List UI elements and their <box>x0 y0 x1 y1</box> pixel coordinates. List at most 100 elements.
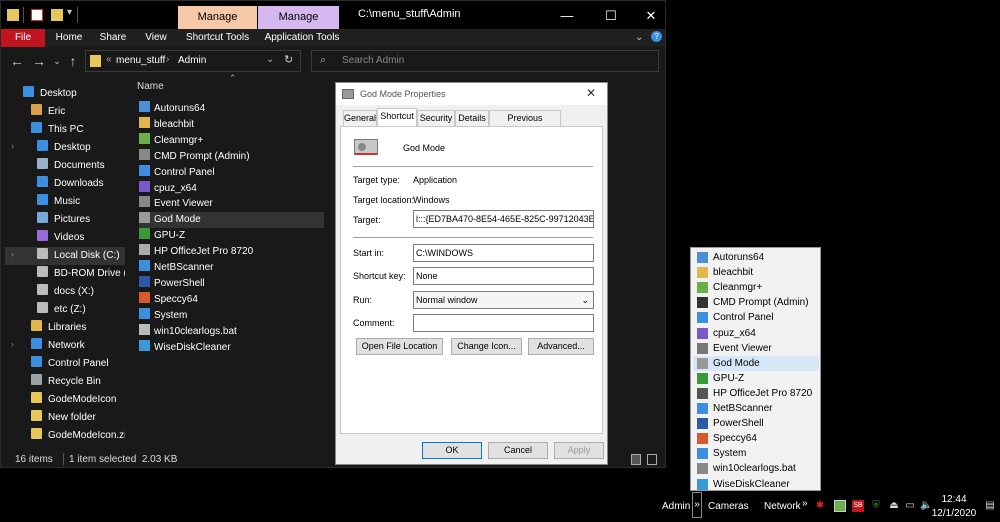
tab-shortcut[interactable]: Shortcut <box>377 108 417 127</box>
nav-item[interactable]: Desktop <box>5 139 125 157</box>
tab-details[interactable]: Details <box>455 110 489 127</box>
tab-previous-versions[interactable]: Previous Versions <box>489 110 561 138</box>
comment-field[interactable] <box>413 314 594 332</box>
file-item[interactable]: Event Viewer <box>139 196 324 212</box>
toolbar-menu-item[interactable]: NetBScanner <box>693 401 819 416</box>
nav-item[interactable]: Control Panel <box>5 355 125 373</box>
file-item[interactable]: System <box>139 307 324 324</box>
file-item[interactable]: cpuz_x64 <box>139 180 324 197</box>
cancel-button[interactable]: Cancel <box>488 442 548 459</box>
breadcrumb-menu-stuff[interactable]: menu_stuff <box>116 55 165 66</box>
nav-item[interactable]: Videos <box>5 229 125 247</box>
nav-item[interactable]: Downloads <box>5 175 125 193</box>
nav-item[interactable]: Eric <box>5 103 125 121</box>
nav-item[interactable]: New folder <box>5 409 125 427</box>
expand-chevron-icon[interactable]: › <box>11 339 14 349</box>
open-file-location-button[interactable]: Open File Location <box>356 338 443 355</box>
toolbar-menu-item[interactable]: HP OfficeJet Pro 8720 <box>693 386 819 401</box>
help-icon[interactable]: ? <box>651 31 662 42</box>
advanced-button[interactable]: Advanced... <box>528 338 594 355</box>
nav-item[interactable]: etc (Z:) <box>5 301 125 319</box>
search-box[interactable]: ⌕ Search Admin <box>311 50 659 72</box>
expand-chevron-icon[interactable]: › <box>11 141 14 151</box>
toolbar-menu-item[interactable]: cpuz_x64 <box>693 326 819 341</box>
toolbar-menu-item[interactable]: PowerShell <box>693 416 819 431</box>
toolbar-menu-item[interactable]: CMD Prompt (Admin) <box>693 295 819 310</box>
toolbar-menu-item[interactable]: Speccy64 <box>693 431 819 446</box>
toolbar-network[interactable]: Network <box>764 501 801 512</box>
nav-item[interactable]: Pictures <box>5 211 125 229</box>
close-icon[interactable]: ✕ <box>631 5 671 27</box>
nav-item[interactable]: Music <box>5 193 125 211</box>
toolbar-menu-item[interactable]: Cleanmgr+ <box>693 280 819 295</box>
nav-item[interactable]: Recycle Bin <box>5 373 125 391</box>
ribbon-tab-view[interactable]: View <box>137 29 175 47</box>
nav-item[interactable]: GodeModeIcon <box>5 391 125 409</box>
breadcrumb-admin[interactable]: Admin <box>178 55 206 66</box>
file-item[interactable]: God Mode <box>139 212 324 229</box>
nav-item[interactable]: Desktop <box>5 85 125 103</box>
usb-icon[interactable]: ⏏ <box>888 500 900 512</box>
shortcut-key-field[interactable]: None <box>413 267 594 285</box>
notifications-icon[interactable]: ▤ <box>984 500 996 512</box>
target-field[interactable]: l:::{ED7BA470-8E54-465E-825C-99712043E01… <box>413 210 594 228</box>
file-item[interactable]: PowerShell <box>139 275 324 292</box>
properties-icon[interactable] <box>31 9 43 21</box>
admin-toolbar-chevron[interactable]: » <box>692 492 702 518</box>
back-arrow-icon[interactable]: ← <box>9 53 25 69</box>
expand-chevron-icon[interactable]: › <box>11 249 14 259</box>
quick-access-dropdown-icon[interactable]: ▾ <box>67 7 72 18</box>
tab-general[interactable]: General <box>343 110 377 127</box>
manage-shortcut-context-tab[interactable]: Manage <box>178 6 257 29</box>
nav-item[interactable]: Documents <box>5 157 125 175</box>
nav-item[interactable]: Local Disk (C:) <box>5 247 125 265</box>
ribbon-tab-share[interactable]: Share <box>93 29 133 47</box>
file-item[interactable]: Speccy64 <box>139 291 324 308</box>
new-folder-icon[interactable] <box>51 9 63 21</box>
ribbon-tab-file[interactable]: File <box>1 29 45 47</box>
forward-arrow-icon[interactable]: → <box>31 53 47 69</box>
ribbon-tab-application-tools[interactable]: Application Tools <box>258 29 346 47</box>
ok-button[interactable]: OK <box>422 442 482 459</box>
app-tray-icon[interactable] <box>834 500 846 512</box>
clock-time[interactable]: 12:44 <box>934 494 974 505</box>
address-dropdown-icon[interactable]: ⌄ <box>266 54 274 65</box>
file-item[interactable]: GPU-Z <box>139 228 324 244</box>
toolbar-admin[interactable]: Admin <box>662 501 690 512</box>
file-item[interactable]: win10clearlogs.bat <box>139 323 324 340</box>
change-icon-button[interactable]: Change Icon... <box>451 338 522 355</box>
search-input[interactable]: Search Admin <box>342 55 404 66</box>
file-item[interactable]: CMD Prompt (Admin) <box>139 148 324 165</box>
breadcrumb-overflow[interactable]: « <box>106 54 112 65</box>
file-item[interactable]: Control Panel <box>139 164 324 181</box>
toolbar-menu-item[interactable]: win10clearlogs.bat <box>693 461 819 476</box>
shield-icon[interactable]: ⛨ <box>870 500 882 512</box>
refresh-icon[interactable]: ↻ <box>284 53 293 66</box>
ribbon-tab-home[interactable]: Home <box>49 29 89 47</box>
expand-ribbon-icon[interactable]: ⌄ <box>635 32 643 43</box>
tab-security[interactable]: Security <box>417 110 455 127</box>
toolbar-cameras[interactable]: Cameras <box>708 501 749 512</box>
address-bar[interactable]: « menu_stuff › Admin ⌄ ↻ <box>85 50 301 72</box>
large-icons-view-icon[interactable] <box>647 454 657 465</box>
file-item[interactable]: NetBScanner <box>139 260 324 276</box>
file-item[interactable]: bleachbit <box>139 116 324 133</box>
network-icon[interactable]: ▭ <box>904 500 916 512</box>
nav-item[interactable]: docs (X:) <box>5 283 125 301</box>
nav-item[interactable]: Libraries <box>5 319 125 337</box>
nav-item[interactable]: Network <box>5 337 125 355</box>
run-select[interactable]: Normal window ⌄ <box>413 291 594 309</box>
dialog-close-icon[interactable]: ✕ <box>586 86 596 100</box>
nav-item[interactable]: BD-ROM Drive (D: <box>5 265 125 283</box>
manage-application-context-tab[interactable]: Manage <box>258 6 339 29</box>
toolbar-menu-item[interactable]: Autoruns64 <box>693 250 819 265</box>
recent-locations-icon[interactable]: ⌄ <box>49 53 65 69</box>
maximize-icon[interactable]: ☐ <box>591 5 631 27</box>
toolbar-menu-item[interactable]: WiseDiskCleaner <box>693 477 819 492</box>
file-item[interactable]: WiseDiskCleaner <box>139 339 324 356</box>
toolbar-menu-item[interactable]: GPU-Z <box>693 371 819 386</box>
file-item[interactable]: Autoruns64 <box>139 101 324 117</box>
toolbar-menu-item[interactable]: Event Viewer <box>693 341 819 356</box>
nav-item[interactable]: GodeModeIcon.zip <box>5 427 125 445</box>
details-view-icon[interactable] <box>631 454 641 465</box>
